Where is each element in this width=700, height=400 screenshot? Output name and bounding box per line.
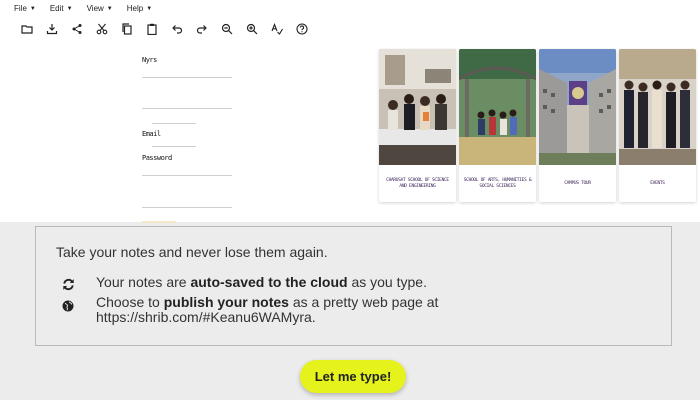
- undo-icon: [171, 25, 182, 34]
- card-campus-tour-photo: [539, 49, 616, 165]
- card-arts[interactable]: SCHOOL OF ARTS, HUMANITIES & SOCIAL SCIE…: [459, 49, 536, 202]
- info-panel: Take your notes and never lose them agai…: [35, 226, 672, 346]
- zoom-out-icon: [221, 23, 232, 35]
- menu-help[interactable]: Help ▼: [127, 4, 152, 13]
- publish-text-end: as a pretty web page at: [288, 294, 439, 310]
- name-label: Nyrs: [142, 56, 157, 64]
- publish-row: Choose to publish your notes as a pretty…: [56, 295, 438, 325]
- password-field[interactable]: [142, 175, 232, 176]
- card-grid: CHARUSAT SCHOOL OF SCIENCE AND ENGINEERI…: [379, 49, 696, 202]
- card-campus-tour-caption: CAMPUS TOUR: [564, 180, 591, 186]
- submit-button-peek[interactable]: [142, 221, 176, 223]
- cut-icon: [96, 23, 107, 35]
- redo-button[interactable]: [189, 21, 214, 37]
- card-events[interactable]: EVENTS: [619, 49, 696, 202]
- card-arts-caption: SCHOOL OF ARTS, HUMANITIES & SOCIAL SCIE…: [463, 177, 532, 189]
- menu-help-label: Help: [126, 4, 144, 13]
- chevron-down-icon: ▼: [66, 5, 73, 12]
- card-engineering-caption: CHARUSAT SCHOOL OF SCIENCE AND ENGINEERI…: [386, 177, 449, 189]
- zoom-out-button[interactable]: [214, 21, 239, 37]
- cut-button[interactable]: [89, 21, 114, 37]
- share-icon: [72, 24, 81, 34]
- card-engineering[interactable]: CHARUSAT SCHOOL OF SCIENCE AND ENGINEERI…: [379, 49, 456, 202]
- tagline: Take your notes and never lose them agai…: [56, 244, 328, 260]
- copy-icon: [121, 23, 132, 35]
- card-engineering-photo: [379, 49, 456, 165]
- download-button[interactable]: [39, 21, 64, 37]
- download-icon: [46, 24, 57, 35]
- card-events-photo: [619, 49, 696, 165]
- copy-button[interactable]: [114, 21, 139, 37]
- autosave-emphasis: auto-saved to the cloud: [190, 274, 348, 290]
- spellcheck-button[interactable]: [264, 21, 289, 37]
- undo-button[interactable]: [164, 21, 189, 37]
- toolbar: [14, 21, 314, 37]
- help-button[interactable]: [289, 21, 314, 37]
- password-label: Password: [142, 154, 172, 162]
- name-field[interactable]: [142, 77, 232, 78]
- share-button[interactable]: [64, 21, 89, 37]
- menu-bar: File ▼ Edit ▼ View ▼ Help ▼: [14, 4, 152, 13]
- menu-view-label: View: [86, 4, 104, 13]
- autosave-text-end: as you type.: [347, 274, 427, 290]
- spellcheck-icon: [270, 23, 283, 35]
- open-button[interactable]: [14, 21, 39, 37]
- name-field-underline[interactable]: [142, 108, 232, 109]
- menu-file[interactable]: File ▼: [14, 4, 36, 13]
- menu-file-label: File: [14, 4, 27, 13]
- card-campus-tour[interactable]: CAMPUS TOUR: [539, 49, 616, 202]
- redo-icon: [196, 25, 207, 34]
- email-field[interactable]: [152, 146, 196, 147]
- chevron-down-icon: ▼: [29, 5, 36, 12]
- publish-emphasis: publish your notes: [163, 294, 289, 310]
- menu-edit-label: Edit: [49, 4, 64, 13]
- chevron-down-icon: ▼: [146, 5, 153, 12]
- editor-canvas[interactable]: File ▼ Edit ▼ View ▼ Help ▼ Nyrs Email P…: [0, 0, 700, 223]
- publish-url: https://shrib.com/#Keanu6WAMyra.: [96, 309, 316, 325]
- let-me-type-button[interactable]: Let me type!: [300, 360, 406, 393]
- card-arts-photo: [459, 49, 536, 165]
- folder-open-icon: [20, 25, 33, 34]
- chevron-down-icon: ▼: [106, 5, 113, 12]
- paste-button[interactable]: [139, 21, 164, 37]
- publish-text-start: Choose to: [96, 294, 164, 310]
- email-label: Email: [142, 130, 161, 138]
- publish-text: Choose to publish your notes as a pretty…: [96, 295, 438, 325]
- short-field-underline[interactable]: [152, 123, 196, 124]
- menu-edit[interactable]: Edit ▼: [50, 4, 73, 13]
- confirm-field[interactable]: [142, 207, 232, 208]
- help-icon: [295, 23, 308, 35]
- autosave-text-start: Your notes are: [96, 274, 191, 290]
- zoom-in-icon: [246, 23, 257, 35]
- menu-view[interactable]: View ▼: [87, 4, 113, 13]
- globe-icon: [56, 295, 80, 313]
- autosave-text: Your notes are auto-saved to the cloud a…: [96, 275, 427, 290]
- zoom-in-button[interactable]: [239, 21, 264, 37]
- card-events-caption: EVENTS: [650, 180, 665, 186]
- embedded-contact-form: Nyrs Email Password: [142, 50, 242, 223]
- autosave-row: Your notes are auto-saved to the cloud a…: [56, 275, 427, 293]
- paste-icon: [146, 23, 157, 35]
- sync-icon: [56, 275, 80, 293]
